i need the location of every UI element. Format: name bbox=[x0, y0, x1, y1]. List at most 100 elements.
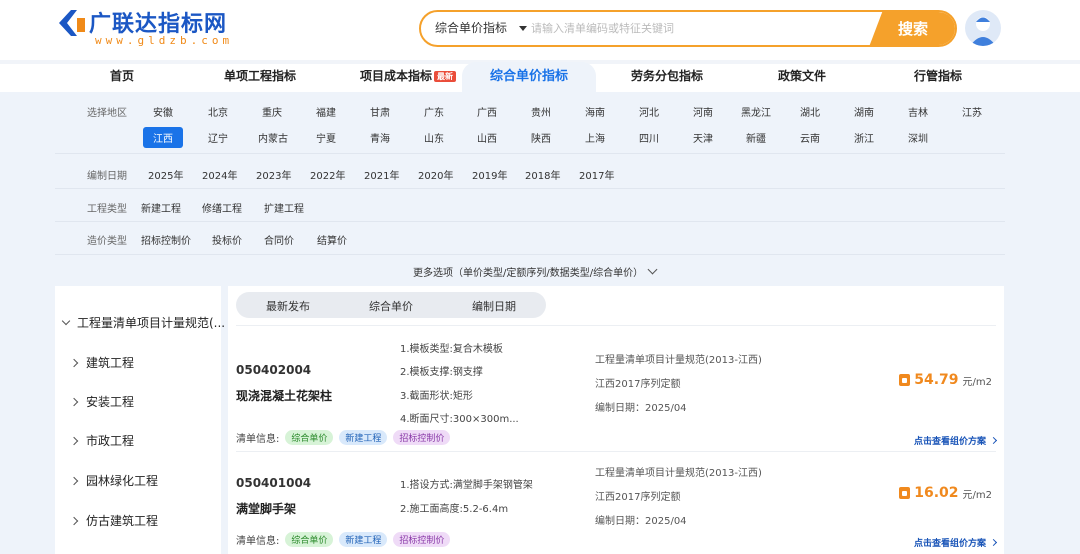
region-option[interactable]: 吉林 bbox=[908, 104, 928, 119]
region-option[interactable]: 安徽 bbox=[153, 104, 173, 119]
main-nav: 首页 单项工程指标 项目成本指标 最新 综合单价指标 劳务分包指标 政策文件 行管… bbox=[0, 60, 1080, 92]
price-tag-icon bbox=[899, 374, 911, 386]
region-option[interactable]: 广西 bbox=[477, 104, 497, 119]
sidebar-root-label: 工程量清单项目计量规范(... bbox=[77, 316, 226, 330]
sidebar-item-installation[interactable]: 安装工程 bbox=[69, 393, 134, 410]
item-date: 编制日期：2025/04 bbox=[595, 516, 687, 527]
sidebar-item-building[interactable]: 建筑工程 bbox=[69, 354, 135, 371]
region-option[interactable]: 黑龙江 bbox=[741, 104, 771, 119]
project-type-option[interactable]: 新建工程 bbox=[141, 200, 181, 215]
nav-project-cost[interactable]: 项目成本指标 最新 bbox=[360, 67, 457, 84]
view-pricing-plan-link[interactable]: 点击查看组价方案 bbox=[914, 434, 998, 447]
region-option[interactable]: 广东 bbox=[424, 104, 444, 119]
cost-type-option[interactable]: 招标控制价 bbox=[141, 232, 191, 247]
date-option[interactable]: 2024年 bbox=[202, 167, 237, 182]
more-options-toggle[interactable]: 更多选项（单价类型/定额序列/数据类型/综合单价） bbox=[413, 264, 658, 279]
brand-url: www.gldzb.com bbox=[95, 34, 234, 47]
nav-unit-price[interactable]: 综合单价指标 bbox=[462, 62, 597, 92]
region-option[interactable]: 四川 bbox=[639, 130, 659, 145]
project-type-option[interactable]: 扩建工程 bbox=[264, 200, 304, 215]
price-value: 16.02 bbox=[914, 485, 959, 501]
search-button[interactable]: 搜索 bbox=[869, 12, 955, 45]
sidebar-root-spec[interactable]: 工程量清单项目计量规范(... bbox=[61, 314, 226, 331]
item-name[interactable]: 现浇混凝土花架柱 bbox=[236, 387, 332, 404]
sort-tab-unit-price[interactable]: 综合单价 bbox=[369, 298, 413, 314]
sidebar-item-municipal[interactable]: 市政工程 bbox=[69, 432, 134, 449]
nav-policy[interactable]: 政策文件 bbox=[778, 67, 826, 84]
sidebar-item-antique[interactable]: 仿古建筑工程 bbox=[69, 512, 158, 529]
region-option[interactable]: 福建 bbox=[316, 104, 336, 119]
region-option[interactable]: 陕西 bbox=[531, 130, 551, 145]
date-option[interactable]: 2021年 bbox=[364, 167, 399, 182]
region-option[interactable]: 贵州 bbox=[531, 104, 551, 119]
item-date: 编制日期：2025/04 bbox=[595, 403, 687, 414]
nav-home[interactable]: 首页 bbox=[110, 67, 134, 84]
cost-type-option[interactable]: 结算价 bbox=[317, 232, 347, 247]
date-option[interactable]: 2022年 bbox=[310, 167, 345, 182]
price-tag-icon bbox=[899, 487, 911, 499]
region-option[interactable]: 湖南 bbox=[854, 104, 874, 119]
region-option[interactable]: 辽宁 bbox=[208, 130, 228, 145]
item-spec: 工程量清单项目计量规范(2013-江西) bbox=[595, 355, 762, 366]
cost-type-option[interactable]: 合同价 bbox=[264, 232, 294, 247]
region-option[interactable]: 江苏 bbox=[962, 104, 982, 119]
filter-panel: 选择地区 安徽 北京 重庆 福建 甘肃 广东 广西 贵州 海南 河北 河南 黑龙江 湖北 湖南 吉林 江苏 江… bbox=[55, 92, 1005, 286]
list-item[interactable]: 050402004 现浇混凝土花架柱 1.模板类型:复合木模板 2.模板支撑:钢… bbox=[228, 326, 1004, 450]
cost-type-option[interactable]: 投标价 bbox=[212, 232, 242, 247]
nav-admin-index[interactable]: 行管指标 bbox=[914, 67, 962, 84]
region-option[interactable]: 山东 bbox=[424, 130, 444, 145]
search-input[interactable] bbox=[531, 16, 871, 41]
region-option[interactable]: 北京 bbox=[208, 104, 228, 119]
region-option[interactable]: 海南 bbox=[585, 104, 605, 119]
region-option[interactable]: 浙江 bbox=[854, 130, 874, 145]
item-quota: 江西2017序列定额 bbox=[595, 492, 681, 503]
date-option[interactable]: 2025年 bbox=[148, 167, 183, 182]
nav-labor-subcontract[interactable]: 劳务分包指标 bbox=[631, 67, 703, 84]
avatar[interactable] bbox=[965, 10, 1001, 46]
list-item[interactable]: 050401004 满堂脚手架 1.搭设方式:满堂脚手架钢管架 2.施工面高度:… bbox=[228, 452, 1004, 554]
region-option[interactable]: 宁夏 bbox=[316, 130, 336, 145]
region-option[interactable]: 内蒙古 bbox=[258, 130, 288, 145]
price-unit: 元/m2 bbox=[962, 376, 992, 388]
region-option[interactable]: 深圳 bbox=[908, 130, 928, 145]
nav-single-project[interactable]: 单项工程指标 bbox=[224, 67, 296, 84]
chevron-right-icon bbox=[989, 538, 998, 547]
sidebar-item-label: 园林绿化工程 bbox=[86, 474, 159, 488]
region-option[interactable]: 重庆 bbox=[262, 104, 282, 119]
date-option[interactable]: 2023年 bbox=[256, 167, 291, 182]
sidebar-item-label: 建筑工程 bbox=[86, 356, 135, 370]
date-option[interactable]: 2019年 bbox=[472, 167, 507, 182]
cost-type-filter-label: 造价类型 bbox=[87, 236, 127, 247]
date-option[interactable]: 2018年 bbox=[525, 167, 560, 182]
item-feature: 2.施工面高度:5.2-6.4m bbox=[400, 504, 509, 515]
region-option[interactable]: 河北 bbox=[639, 104, 659, 119]
region-option[interactable]: 湖北 bbox=[800, 104, 820, 119]
search-type-select[interactable]: 综合单价指标 bbox=[435, 12, 528, 45]
region-option[interactable]: 天津 bbox=[693, 130, 713, 145]
sort-tab-latest[interactable]: 最新发布 bbox=[266, 298, 310, 314]
region-option[interactable]: 新疆 bbox=[746, 130, 766, 145]
region-option[interactable]: 甘肃 bbox=[370, 104, 390, 119]
result-list: 最新发布 综合单价 编制日期 050402004 现浇混凝土花架柱 1.模板类型… bbox=[228, 286, 1004, 554]
item-name[interactable]: 满堂脚手架 bbox=[236, 500, 296, 517]
view-pricing-plan-link[interactable]: 点击查看组价方案 bbox=[914, 536, 998, 549]
region-option[interactable]: 山西 bbox=[477, 130, 497, 145]
project-type-option[interactable]: 修缮工程 bbox=[202, 200, 242, 215]
item-feature: 1.模板类型:复合木模板 bbox=[400, 344, 503, 355]
project-type-filter-label: 工程类型 bbox=[87, 204, 127, 215]
chevron-right-icon bbox=[69, 476, 79, 485]
region-option[interactable]: 云南 bbox=[800, 130, 820, 145]
date-option[interactable]: 2020年 bbox=[418, 167, 453, 182]
sidebar-item-landscape[interactable]: 园林绿化工程 bbox=[69, 472, 159, 489]
cost-type-filter-row: 造价类型 招标控制价 投标价 合同价 结算价 bbox=[55, 222, 1005, 255]
site-logo[interactable]: 广联达指标网 www.gldzb.com bbox=[55, 6, 255, 50]
chevron-right-icon bbox=[69, 436, 79, 445]
date-option[interactable]: 2017年 bbox=[579, 167, 614, 182]
region-option[interactable]: 河南 bbox=[693, 104, 713, 119]
region-option[interactable]: 上海 bbox=[585, 130, 605, 145]
price-unit: 元/m2 bbox=[962, 489, 992, 501]
region-option[interactable]: 青海 bbox=[370, 130, 390, 145]
sort-tab-date[interactable]: 编制日期 bbox=[472, 298, 516, 314]
region-option[interactable]: 江西 bbox=[143, 127, 183, 148]
price-value: 54.79 bbox=[914, 372, 959, 388]
